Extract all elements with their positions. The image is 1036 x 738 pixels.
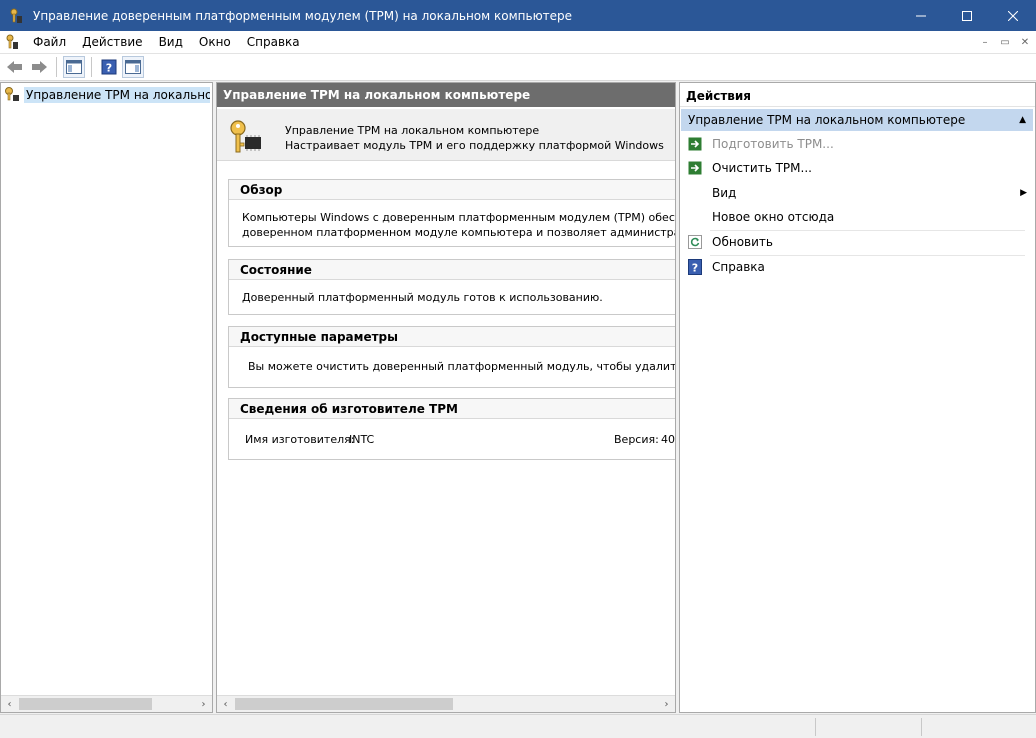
run-action-icon [687,160,703,176]
action-view[interactable]: Вид ▶ [687,182,1027,204]
scroll-left-icon[interactable]: ‹ [217,696,234,712]
manufacturer-section: Сведения об изготовителе TPM Имя изготов… [228,398,675,460]
scroll-left-icon[interactable]: ‹ [1,696,18,712]
menu-view[interactable]: Вид [151,31,191,53]
actions-group-header[interactable]: Управление TPM на локальном компьютере ▲ [681,109,1033,131]
show-hide-action-pane-icon[interactable] [122,56,144,78]
actions-header: Действия [680,85,1035,107]
run-action-icon [687,136,703,152]
manufacturer-name-label: Имя изготовителя: [245,433,355,446]
tree-item-label: Управление TPM на локальном к [24,87,210,103]
status-section: Состояние Доверенный платформенный модул… [228,259,675,315]
action-refresh[interactable]: Обновить [687,231,1027,253]
menu-action[interactable]: Действие [74,31,150,53]
menu-file[interactable]: Файл [25,31,74,53]
action-label: Подготовить TPM... [712,137,834,151]
show-hide-console-tree-icon[interactable] [63,56,85,78]
back-icon[interactable] [4,56,26,78]
mdi-restore-button[interactable]: ▭ [996,34,1014,50]
manufacturer-version-value: 40 [661,433,675,446]
tpm-key-chip-icon [227,119,265,155]
action-label: Новое окно отсюда [712,210,835,224]
forward-icon[interactable] [28,56,50,78]
action-label: Очистить TPM... [712,161,812,175]
mdi-minimize-button[interactable]: – [976,34,994,50]
help-icon: ? [687,259,703,275]
actions-group-label: Управление TPM на локальном компьютере [688,113,966,127]
svg-text:?: ? [106,62,112,75]
action-label: Обновить [712,235,773,249]
action-label: Справка [712,260,765,274]
submenu-arrow-icon: ▶ [1020,188,1027,198]
menu-help[interactable]: Справка [239,31,308,53]
tpm-key-icon [4,86,20,104]
scrollbar-thumb[interactable] [235,698,453,710]
toolbar: ? [0,53,1036,81]
horizontal-scrollbar[interactable]: ‹ › [217,695,675,712]
status-bar [0,714,1036,738]
intro-description: Настраивает модуль TPM и его поддержку п… [285,139,664,152]
result-pane-header: Управление TPM на локальном компьютере [217,83,675,107]
status-separator [921,718,922,736]
intro-banner: Управление TPM на локальном компьютере Н… [217,109,675,161]
available-options-title: Доступные параметры [229,327,675,347]
mdi-close-button[interactable]: ✕ [1016,34,1034,50]
minimize-button[interactable] [898,0,944,31]
manufacturer-name-value: INTC [349,433,375,446]
window-title: Управление доверенным платформенным моду… [33,8,573,23]
action-label: Вид [712,186,737,200]
overview-text-line1: Компьютеры Windows с доверенным платформ… [242,211,675,224]
svg-text:?: ? [692,262,698,275]
toolbar-separator [91,57,92,77]
refresh-icon [687,234,703,250]
collapse-arrow-icon[interactable]: ▲ [1019,109,1026,131]
action-new-window[interactable]: Новое окно отсюда [687,206,1027,228]
status-text: Доверенный платформенный модуль готов к … [242,291,603,304]
result-pane: Управление TPM на локальном компьютере У… [216,82,676,713]
console-tree: Управление TPM на локальном к ‹ › [0,82,213,713]
scrollbar-thumb[interactable] [19,698,152,710]
menu-bar: Файл Действие Вид Окно Справка – ▭ ✕ [0,31,1036,53]
maximize-button[interactable] [944,0,990,31]
overview-title: Обзор [229,180,675,200]
overview-text-line2: доверенном платформенном модуле компьюте… [242,226,675,239]
intro-title: Управление TPM на локальном компьютере [285,124,540,137]
tpm-app-icon[interactable] [5,5,27,27]
manufacturer-version-label: Версия: [614,433,659,446]
horizontal-scrollbar[interactable]: ‹ › [1,695,212,712]
action-help[interactable]: ? Справка [687,256,1027,278]
close-button[interactable] [990,0,1036,31]
overview-section: Обзор Компьютеры Windows с доверенным пл… [228,179,675,247]
toolbar-separator [56,57,57,77]
available-options-text: Вы можете очистить доверенный платформен… [248,360,676,373]
title-bar: Управление доверенным платформенным моду… [0,0,1036,31]
tree-item-tpm-management[interactable]: Управление TPM на локальном к [4,86,210,104]
action-prepare-tpm[interactable]: Подготовить TPM... [687,133,1027,155]
manufacturer-title: Сведения об изготовителе TPM [229,399,675,419]
action-clear-tpm[interactable]: Очистить TPM... [687,157,1027,179]
menu-window[interactable]: Окно [191,31,239,53]
help-icon[interactable]: ? [98,56,120,78]
document-icon[interactable] [3,33,21,51]
status-separator [815,718,816,736]
actions-pane: Действия Управление TPM на локальном ком… [679,82,1036,713]
status-title: Состояние [229,260,675,280]
scroll-right-icon[interactable]: › [658,696,675,712]
scroll-right-icon[interactable]: › [195,696,212,712]
available-options-section: Доступные параметры Вы можете очистить д… [228,326,676,388]
